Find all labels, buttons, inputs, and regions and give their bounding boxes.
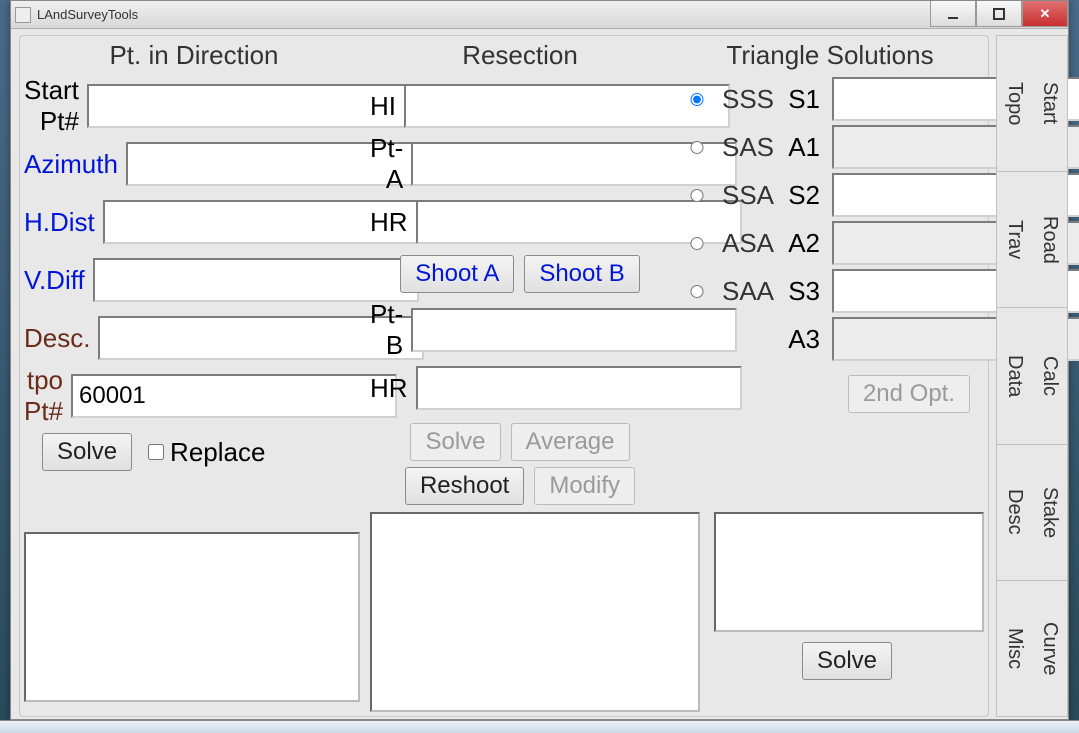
bottom-area: Solve (24, 512, 984, 712)
close-button[interactable]: ✕ (1022, 1, 1068, 27)
desc-label: Desc. (24, 323, 98, 354)
hr1-label: HR (370, 207, 416, 238)
a3-label: A3 (782, 324, 824, 355)
second-opt-button[interactable]: 2nd Opt. (848, 375, 970, 413)
radio-sss[interactable] (680, 93, 714, 106)
window-title: LAndSurveyTools (37, 7, 138, 22)
resection-heading: Resection (370, 40, 670, 71)
tpopt-input[interactable] (71, 374, 397, 418)
s2-label: S2 (782, 180, 824, 211)
triangle-output-list[interactable] (714, 512, 984, 632)
tab-misc-curve[interactable]: Misc Curve (996, 581, 1068, 717)
window-buttons: ✕ (930, 1, 1068, 27)
radio-saa[interactable] (680, 285, 714, 298)
pta-label: Pt-A (370, 133, 411, 195)
radio-saa-label: SAA (722, 276, 774, 307)
taskbar[interactable] (0, 720, 1079, 733)
startpt-label: Start Pt# (24, 75, 87, 137)
tab-data-calc[interactable]: Data Calc (996, 308, 1068, 444)
resection-solve-button[interactable]: Solve (410, 423, 500, 461)
direction-output-list[interactable] (24, 532, 360, 702)
shoot-b-button[interactable]: Shoot B (524, 255, 639, 293)
tab-trav-road[interactable]: Trav Road (996, 172, 1068, 308)
radio-sas[interactable] (680, 141, 714, 154)
app-icon (15, 7, 31, 23)
main-panel: Pt. in Direction Start Pt# Azimuth H.Dis… (19, 35, 989, 717)
resection-average-button[interactable]: Average (511, 423, 630, 461)
triangle-heading: Triangle Solutions (680, 40, 980, 71)
tab-desc-stake[interactable]: Desc Stake (996, 445, 1068, 581)
minimize-button[interactable] (930, 1, 976, 27)
ptb-label: Pt-B (370, 299, 411, 361)
hi-label: HI (370, 91, 404, 122)
direction-heading: Pt. in Direction (24, 40, 364, 71)
replace-checkbox-row: Replace (148, 437, 265, 468)
s3-label: S3 (782, 276, 824, 307)
radio-asa[interactable] (680, 237, 714, 250)
client-area: Pt. in Direction Start Pt# Azimuth H.Dis… (11, 29, 1068, 719)
a1-label: A1 (782, 132, 824, 163)
replace-label: Replace (170, 437, 265, 468)
tab-topo-start[interactable]: Topo Start (996, 35, 1068, 172)
radio-ssa[interactable] (680, 189, 714, 202)
triangle-panel: Triangle Solutions SSS S1 SAS A1 SSA S2 … (680, 40, 980, 413)
radio-sas-label: SAS (722, 132, 774, 163)
radio-sss-label: SSS (722, 84, 774, 115)
reshoot-button[interactable]: Reshoot (405, 467, 524, 505)
app-window: LAndSurveyTools ✕ Pt. in Direction Start… (10, 0, 1069, 720)
startpt-input[interactable] (87, 84, 413, 128)
radio-ssa-label: SSA (722, 180, 774, 211)
vdiff-label: V.Diff (24, 265, 93, 296)
direction-solve-button[interactable]: Solve (42, 433, 132, 471)
radio-asa-label: ASA (722, 228, 774, 259)
shoot-a-button[interactable]: Shoot A (400, 255, 514, 293)
replace-checkbox[interactable] (148, 444, 164, 460)
tpopt-label: tpo Pt# (24, 365, 71, 427)
hdist-label: H.Dist (24, 207, 103, 238)
resection-panel: Resection HI Pt-A HR Shoot A Shoot B Pt-… (370, 40, 670, 511)
triangle-solve-button[interactable]: Solve (802, 642, 892, 680)
resection-output-list[interactable] (370, 512, 700, 712)
hr2-label: HR (370, 373, 416, 404)
maximize-button[interactable] (976, 1, 1022, 27)
pt-in-direction-panel: Pt. in Direction Start Pt# Azimuth H.Dis… (24, 40, 364, 471)
a2-label: A2 (782, 228, 824, 259)
modify-button[interactable]: Modify (534, 467, 635, 505)
s1-label: S1 (782, 84, 824, 115)
azimuth-label: Azimuth (24, 149, 126, 180)
right-tab-strip: Topo Start Trav Road Data Calc Desc Stak… (996, 35, 1068, 717)
titlebar[interactable]: LAndSurveyTools ✕ (11, 1, 1068, 29)
